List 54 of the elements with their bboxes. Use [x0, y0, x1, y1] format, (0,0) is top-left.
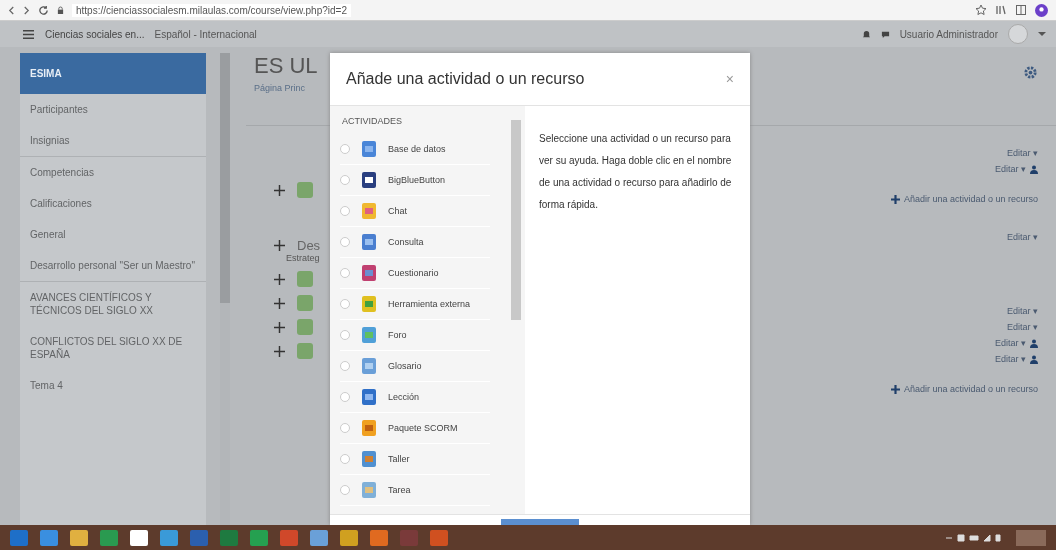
sidebar-item[interactable]: Insignias	[20, 125, 206, 156]
activity-name: Cuestionario	[388, 267, 439, 279]
activity-name: Consulta	[388, 236, 424, 248]
activity-name: Glosario	[388, 360, 422, 372]
activity-name: Chat	[388, 205, 407, 217]
activity-option[interactable]: Chat	[340, 196, 490, 227]
activity-name: Foro	[388, 329, 407, 341]
sidebar-item[interactable]: ESIMA	[20, 53, 206, 94]
activity-option[interactable]: Base de datos	[340, 134, 490, 165]
activity-name: Paquete SCORM	[388, 422, 458, 434]
help-text: Seleccione una actividad o un recurso para ver su ayuda. Haga doble clic en el nombre de una actividad o recurso para añadirlo de forma rápida.	[538, 132, 733, 212]
sidebar-item[interactable]: Competencias	[20, 156, 206, 188]
activity-name: Lección	[388, 391, 420, 403]
section-heading: Des	[297, 238, 321, 253]
edit-menu[interactable]: Editar ▾	[995, 338, 1026, 348]
close-button[interactable]: ×	[725, 71, 734, 87]
user-name[interactable]: Usuario Administrador	[899, 28, 998, 40]
edit-menu[interactable]: Editar ▾	[995, 164, 1026, 174]
add-activity-link[interactable]: Añadir una actividad o un recurso	[903, 384, 1038, 394]
sidebar-item[interactable]: Desarrollo personal "Ser un Maestro"	[20, 250, 206, 281]
activity-name: Taller	[388, 453, 410, 465]
activity-option[interactable]: Lección	[340, 382, 490, 413]
dialog-title: Añade una actividad o un recurso	[346, 70, 585, 88]
course-title: ES UL	[254, 53, 318, 79]
activity-option[interactable]: Paquete SCORM	[340, 413, 490, 444]
activity-option[interactable]: Cuestionario	[340, 258, 490, 289]
edit-menu[interactable]: Editar ▾	[1007, 306, 1038, 316]
edit-menu[interactable]: Editar ▾	[1007, 232, 1038, 242]
address-bar[interactable]: https://cienciassocialesm.milaulas.com/course/view.php?id=2	[72, 3, 351, 17]
activity-option[interactable]: Glosario	[340, 351, 490, 382]
sidebar-item[interactable]: CONFLICTOS DEL SIGLO XX DE ESPAÑA	[20, 326, 206, 370]
sidebar-item[interactable]: AVANCES CIENTÍFICOS Y TÉCNICOS DEL SIGLO XX	[20, 281, 206, 326]
edit-menu[interactable]: Editar ▾	[1007, 322, 1038, 332]
activity-name: Herramienta externa	[388, 298, 471, 310]
edit-menu[interactable]: Editar ▾	[995, 354, 1026, 364]
site-name[interactable]: Ciencias sociales en...	[45, 28, 145, 40]
sidebar-item[interactable]: Tema 4	[20, 370, 206, 401]
activity-name: Tarea	[388, 484, 411, 496]
activity-option[interactable]: Herramienta externa	[340, 289, 490, 320]
sidebar-item[interactable]: Calificaciones	[20, 188, 206, 219]
language-menu[interactable]: Español - Internacional	[154, 28, 257, 40]
add-activity-link[interactable]: Añadir una actividad o un recurso	[903, 194, 1038, 204]
section-summary: Estrateg	[286, 253, 321, 263]
activity-option[interactable]: BigBlueButton	[340, 165, 490, 196]
activity-option[interactable]: Taller	[340, 444, 490, 475]
activity-option[interactable]: Tarea	[340, 475, 490, 506]
activity-name: BigBlueButton	[388, 174, 446, 186]
sidebar-item[interactable]: Participantes	[20, 94, 206, 125]
activity-option[interactable]: Consulta	[340, 227, 490, 258]
activity-name: Base de datos	[388, 143, 446, 155]
edit-menu[interactable]: Editar ▾	[1007, 148, 1038, 158]
sidebar-item[interactable]: General	[20, 219, 206, 250]
activity-option[interactable]: Foro	[340, 320, 490, 351]
list-heading: ACTIVIDADES	[342, 116, 403, 126]
